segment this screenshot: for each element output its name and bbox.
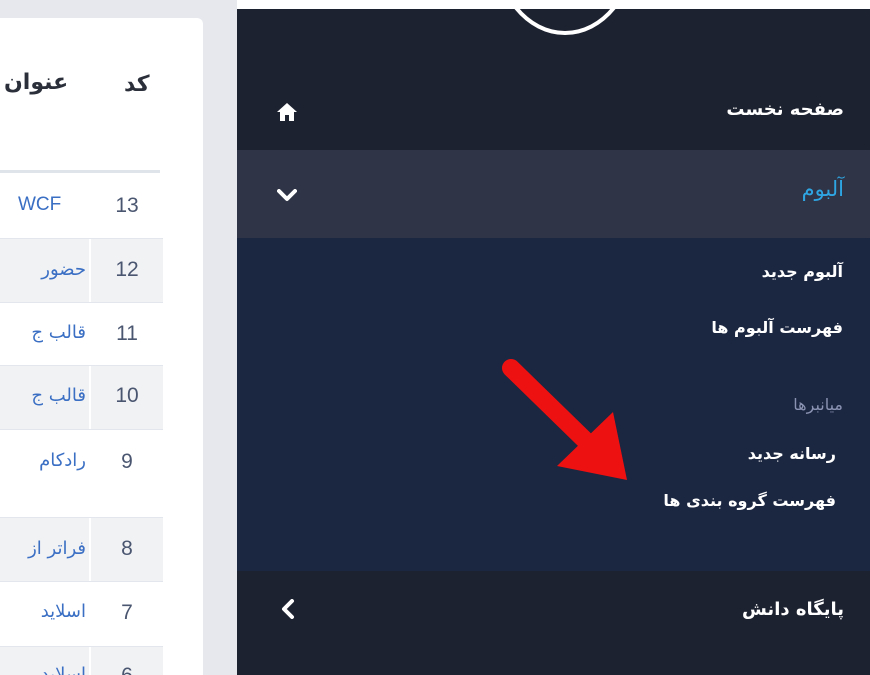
table-row[interactable]: قالب ج 11 <box>0 303 163 366</box>
sidebar-item-knowledge-base[interactable]: پایگاه دانش <box>237 571 870 655</box>
header-divider <box>0 170 160 173</box>
row-code: 9 <box>121 450 133 473</box>
row-title[interactable]: قالب ج <box>0 322 86 343</box>
cell-divider <box>89 239 91 302</box>
row-code: 11 <box>116 322 138 345</box>
table-row[interactable]: رادکام 9 <box>0 430 163 518</box>
row-title[interactable]: حضور <box>0 259 86 280</box>
submenu-heading-shortcuts: میانبرها <box>793 395 843 414</box>
link-album-list[interactable]: فهرست آلبوم ها <box>711 318 843 337</box>
table-row[interactable]: اسلاید 6 <box>0 647 163 675</box>
cell-divider <box>89 366 91 429</box>
column-header-title[interactable]: عنوان <box>4 70 68 95</box>
sidebar-item-album[interactable]: آلبوم <box>237 150 870 238</box>
chevron-down-icon <box>277 188 297 207</box>
column-header-code[interactable]: کد <box>124 72 150 97</box>
row-code: 7 <box>121 601 133 624</box>
row-code: 13 <box>115 194 139 217</box>
table-row[interactable]: حضور 12 <box>0 239 163 303</box>
cell-divider <box>89 518 91 581</box>
home-icon <box>277 103 297 125</box>
sidebar-item-label: پایگاه دانش <box>741 599 844 620</box>
row-code: 10 <box>115 384 139 407</box>
sidebar: صفحه نخست آلبوم آلبوم جدید فهرست آلبوم ه… <box>237 0 870 675</box>
cell-divider <box>89 647 91 675</box>
row-title[interactable]: اسلاید <box>0 664 86 675</box>
row-title[interactable]: قالب ج <box>0 385 86 406</box>
row-code: 8 <box>121 537 133 560</box>
data-table: کد عنوان WCF 13 حضور 12 قالب ج 11 قالب ج… <box>0 18 203 675</box>
sidebar-item-label: صفحه نخست <box>726 99 844 120</box>
sidebar-item-home[interactable]: صفحه نخست <box>237 77 870 149</box>
table-row[interactable]: WCF 13 <box>0 174 163 239</box>
link-new-media[interactable]: رسانه جدید <box>748 444 836 463</box>
row-title[interactable]: اسلاید <box>0 601 86 622</box>
table-row[interactable]: اسلاید 7 <box>0 582 163 647</box>
row-title[interactable]: فراتر از <box>0 538 86 559</box>
table-row[interactable]: قالب ج 10 <box>0 366 163 430</box>
chevron-left-icon <box>281 599 295 623</box>
avatar[interactable] <box>494 0 636 35</box>
row-title[interactable]: رادکام <box>0 450 86 471</box>
row-title[interactable]: WCF <box>0 194 104 216</box>
row-code: 6 <box>92 664 162 675</box>
link-new-album[interactable]: آلبوم جدید <box>762 262 843 281</box>
link-category-list[interactable]: فهرست گروه بندی ها <box>663 491 836 510</box>
annotation-arrow-icon <box>493 354 633 488</box>
table-row[interactable]: فراتر از 8 <box>0 518 163 582</box>
sidebar-item-label: آلبوم <box>801 177 844 201</box>
row-code: 12 <box>115 258 139 281</box>
